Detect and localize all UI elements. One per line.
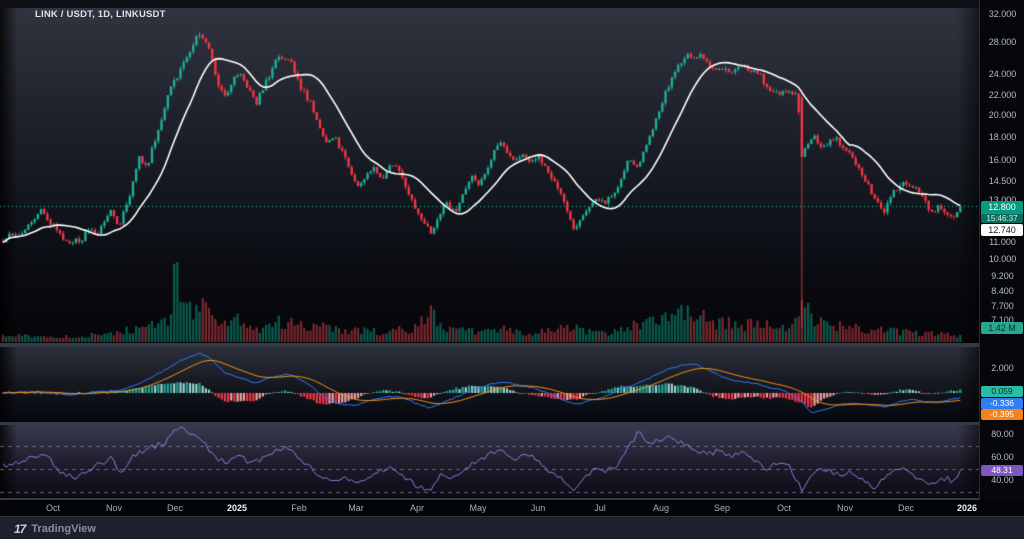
time-axis-month-label: Nov [105, 503, 123, 513]
price-axis-label: 7.700 [991, 301, 1014, 311]
time-axis-month-label: Feb [291, 503, 307, 513]
macd-axis-label: 2.000 [991, 363, 1014, 373]
time-scale[interactable]: Oct Nov Dec 2025 Feb Mar Apr May Jun Jul Aug Sep Oct… [0, 500, 1024, 516]
last-price-badge: 12.800 [981, 201, 1023, 214]
footer-bar: 17 TradingView [0, 516, 1024, 539]
tradingview-chart-window: LINK / USDT, 1D, LINKUSDT 32.000 28.000 24… [0, 0, 1024, 539]
time-axis-month-label: Apr [409, 503, 425, 513]
price-axis-label: 8.400 [991, 286, 1014, 296]
volume-value-badge: 1.42 M [981, 322, 1023, 334]
time-axis-year-label: 2026 [956, 503, 978, 513]
price-axis-label: 9.200 [991, 271, 1014, 281]
time-axis-month-label: Dec [897, 503, 915, 513]
time-axis-month-label: Oct [45, 503, 61, 513]
prev-close-badge: 12.740 [981, 224, 1023, 236]
tradingview-logo-icon[interactable]: 17 [14, 522, 26, 536]
price-scale[interactable]: 32.000 28.000 24.000 22.000 20.000 18.000 16.0… [979, 0, 1024, 500]
price-axis-label: 22.000 [988, 90, 1017, 100]
pane-separator[interactable] [0, 343, 1024, 347]
price-axis-label: 14.500 [988, 176, 1017, 186]
price-axis-label: 16.000 [988, 155, 1017, 165]
time-axis-month-label: Oct [776, 503, 792, 513]
price-axis-label: 28.000 [988, 37, 1017, 47]
time-axis-month-label: Dec [166, 503, 184, 513]
time-axis-month-label: May [469, 503, 487, 513]
time-axis-month-label: Aug [652, 503, 670, 513]
macd-line-badge: -0.336 [981, 398, 1023, 409]
rsi-value-badge: 48.31 [981, 465, 1023, 476]
price-axis-label: 32.000 [988, 9, 1017, 19]
time-axis-month-label: Mar [348, 503, 364, 513]
bar-countdown-badge: 15:46:37 [981, 214, 1023, 223]
chart-canvas[interactable] [0, 0, 979, 500]
tradingview-brand-text[interactable]: TradingView [31, 523, 96, 535]
symbol-legend[interactable]: LINK / USDT, 1D, LINKUSDT [35, 9, 166, 20]
pane-separator[interactable] [0, 422, 1024, 425]
price-axis-label: 11.000 [989, 237, 1016, 247]
time-axis-month-label: Jul [594, 503, 606, 513]
price-axis-label: 10.000 [988, 254, 1017, 264]
macd-signal-badge: -0.395 [981, 409, 1023, 420]
price-axis-label: 18.000 [988, 132, 1017, 142]
price-axis-label: 24.000 [988, 69, 1017, 79]
rsi-axis-label: 60.00 [991, 452, 1014, 462]
time-axis-month-label: Jun [530, 503, 546, 513]
time-axis-month-label: Sep [713, 503, 731, 513]
price-axis-label: 20.000 [988, 110, 1017, 120]
time-axis-month-label: Nov [836, 503, 854, 513]
rsi-axis-label: 80.00 [991, 429, 1014, 439]
time-axis-year-label: 2025 [226, 503, 248, 513]
macd-histogram-badge: 0.059 [981, 386, 1023, 397]
